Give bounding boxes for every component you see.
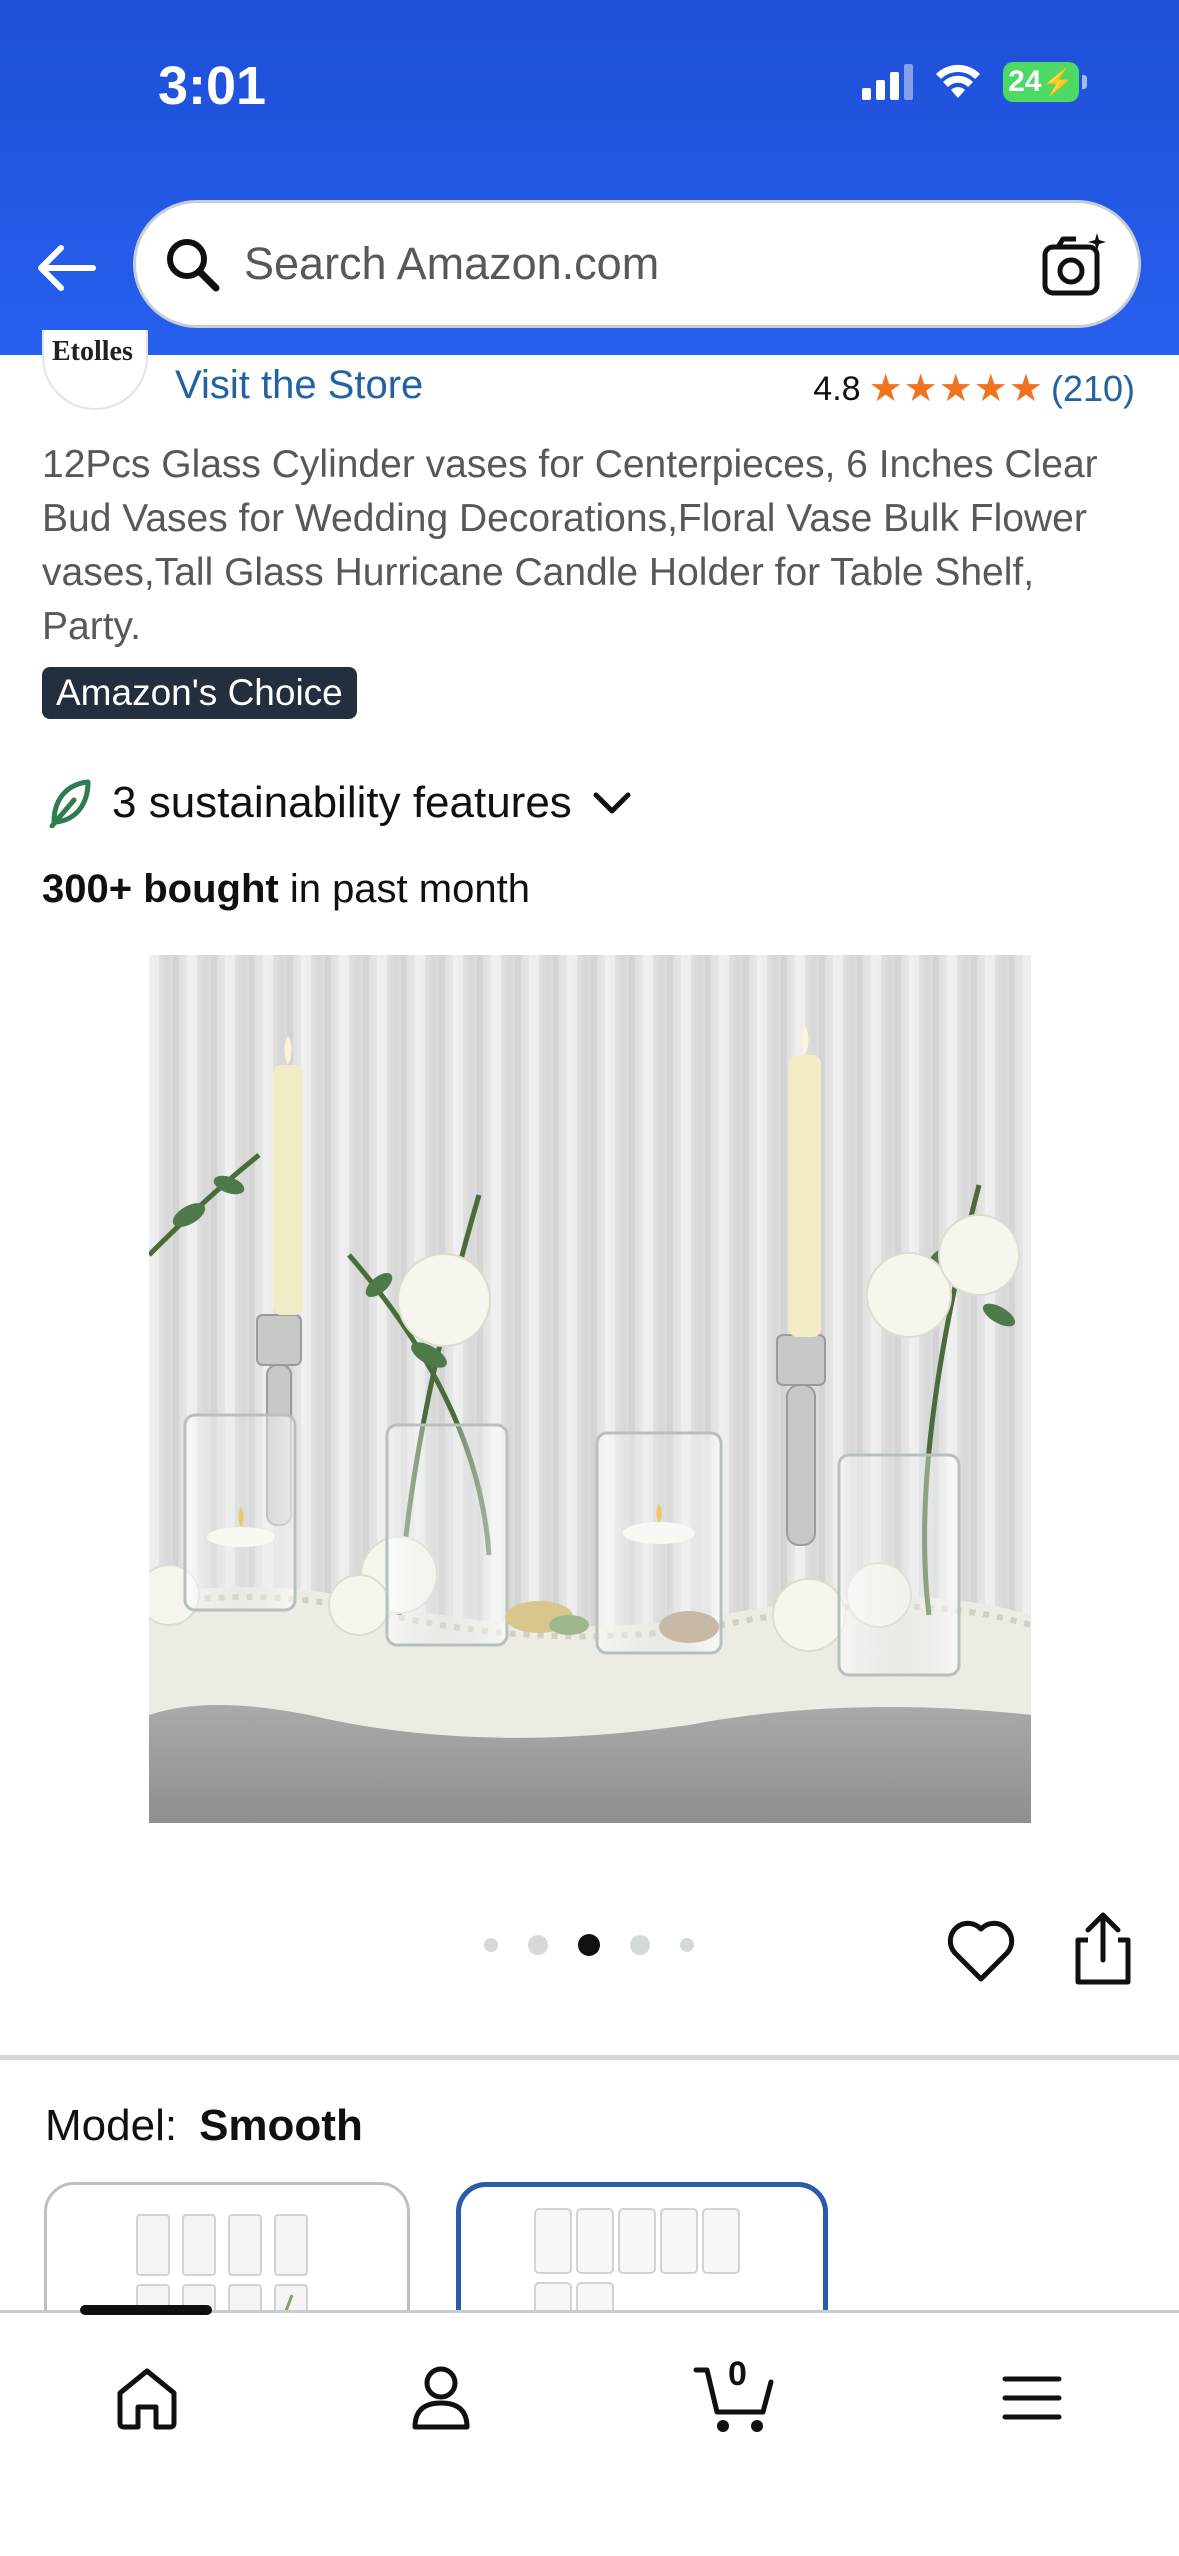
leaf-icon	[49, 779, 91, 828]
store-logo[interactable]: Etolles	[42, 330, 148, 410]
back-button[interactable]	[30, 232, 102, 304]
visit-store-link[interactable]: Visit the Store	[175, 363, 423, 408]
image-pagination[interactable]	[484, 1934, 694, 1956]
rating-value: 4.8	[813, 369, 861, 408]
active-tab-indicator	[80, 2305, 212, 2315]
search-bar[interactable]	[133, 200, 1141, 328]
search-icon	[160, 232, 224, 296]
purchase-count: 300+ bought in past month	[42, 867, 530, 912]
nav-cart-button[interactable]: 0	[690, 2353, 780, 2443]
nav-home-button[interactable]	[102, 2353, 192, 2443]
share-icon	[1075, 1912, 1131, 1985]
pagination-dot[interactable]	[680, 1938, 694, 1952]
arrow-left-icon	[38, 245, 96, 291]
status-time: 3:01	[158, 56, 267, 116]
purchase-count-bold: 300+ bought	[42, 867, 279, 911]
share-button[interactable]	[1068, 1910, 1138, 1988]
review-count-link[interactable]: (210)	[1051, 368, 1135, 410]
product-title: 12Pcs Glass Cylinder vases for Centerpie…	[42, 443, 1098, 648]
rating-summary[interactable]: 4.8 ★ ★ ★ ★ ★ (210)	[813, 368, 1135, 410]
model-selector-label: Model: Smooth	[45, 2101, 363, 2151]
sustainability-label: 3 sustainability features	[112, 778, 572, 827]
search-input[interactable]	[244, 238, 1004, 290]
cellular-signal-icon	[862, 64, 913, 100]
heart-icon	[947, 1920, 1015, 1982]
chevron-down-icon	[593, 792, 631, 814]
pagination-dot[interactable]	[630, 1935, 650, 1955]
nav-menu-button[interactable]	[987, 2353, 1077, 2443]
home-icon	[117, 2368, 177, 2430]
store-logo-text: Etolles	[52, 336, 133, 367]
nav-account-button[interactable]	[396, 2353, 486, 2443]
status-icons: 24 ⚡	[862, 62, 1087, 102]
user-icon	[412, 2366, 470, 2430]
product-image[interactable]	[149, 955, 1031, 1823]
wifi-icon	[936, 64, 980, 98]
hamburger-menu-icon	[1002, 2376, 1062, 2420]
model-value: Smooth	[199, 2101, 363, 2150]
camera-search-icon[interactable]	[1040, 231, 1110, 301]
pagination-dot[interactable]	[484, 1938, 498, 1952]
amazons-choice-badge: Amazon's Choice	[42, 667, 357, 719]
favorite-button[interactable]	[945, 1915, 1017, 1987]
app-header: 3:01 24 ⚡	[0, 0, 1179, 355]
star-rating-icon: ★ ★ ★ ★ ★	[868, 368, 1043, 410]
battery-icon: 24 ⚡	[1003, 62, 1087, 102]
pagination-dot-active[interactable]	[578, 1934, 600, 1956]
bottom-navigation: 0	[0, 2305, 1179, 2556]
purchase-count-rest: in past month	[278, 867, 530, 911]
cart-count: 0	[728, 2355, 747, 2393]
model-label: Model:	[45, 2101, 178, 2150]
section-divider	[0, 2055, 1179, 2060]
sustainability-features-toggle[interactable]: 3 sustainability features	[48, 778, 632, 828]
battery-level: 24	[1008, 65, 1042, 98]
pagination-dot[interactable]	[528, 1935, 548, 1955]
